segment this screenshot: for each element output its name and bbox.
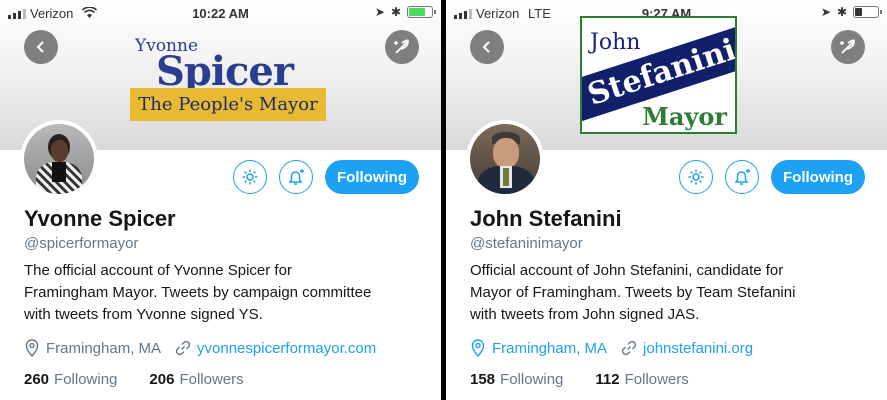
following-button[interactable]: Following xyxy=(325,160,419,194)
profile-name: Yvonne Spicer xyxy=(24,206,176,231)
avatar[interactable] xyxy=(466,120,544,198)
following-count-link[interactable]: 158 Following xyxy=(470,371,563,388)
compose-feather-icon xyxy=(840,39,855,54)
following-count: 158 xyxy=(470,371,496,388)
profile-location: Framingham, MA xyxy=(46,339,162,357)
settings-button[interactable] xyxy=(233,160,268,194)
compose-button[interactable] xyxy=(831,30,865,64)
profile-bio: The official account of Yvonne Spicer fo… xyxy=(24,260,424,326)
bluetooth-icon: ✱ xyxy=(390,5,401,19)
notifications-button[interactable] xyxy=(279,160,314,194)
followers-count-link[interactable]: 206 Followers xyxy=(149,371,243,388)
bell-plus-icon xyxy=(734,169,751,185)
location-arrow-icon: ➤ xyxy=(374,5,385,19)
following-count-link[interactable]: 260 Following xyxy=(24,371,117,388)
logo-tagline: The People's Mayor xyxy=(130,88,326,121)
followers-count-link[interactable]: 112 Followers xyxy=(595,371,688,388)
logo-tagline: Mayor xyxy=(642,102,727,131)
bio-line: with tweets from Yvonne signed YS. xyxy=(24,306,263,323)
campaign-logo: John Stefanini Mayor xyxy=(580,16,737,134)
following-button[interactable]: Following xyxy=(771,160,865,194)
profile-handle: @stefaninimayor xyxy=(470,235,583,252)
gear-icon xyxy=(242,169,258,185)
back-button[interactable] xyxy=(470,30,504,64)
compose-feather-icon xyxy=(394,39,409,54)
bio-line: Official account of John Stefanini, cand… xyxy=(470,262,784,279)
location-arrow-icon: ➤ xyxy=(820,5,831,19)
battery-icon xyxy=(407,6,436,18)
avatar[interactable] xyxy=(20,120,98,198)
profile-bio: Official account of John Stefanini, cand… xyxy=(470,260,870,326)
back-button[interactable] xyxy=(24,30,58,64)
bio-line: The official account of Yvonne Spicer fo… xyxy=(24,262,292,279)
profile-panel-spicer: Verizon 10:22 AM ➤ ✱ Yvonne Spicer The P… xyxy=(0,0,441,400)
bio-line: Mayor of Framingham. Tweets by Team Stef… xyxy=(470,284,796,301)
profile-name: John Stefanini xyxy=(470,206,622,231)
profile-panel-stefanini: Verizon LTE 9:27 AM ➤ ✱ John Stefanini M… xyxy=(446,0,887,400)
following-label: Following xyxy=(500,371,564,388)
profile-website-link[interactable]: johnstefanini.org xyxy=(643,340,753,357)
followers-count: 206 xyxy=(149,371,175,388)
location-pin-icon xyxy=(25,339,39,357)
back-arrow-icon xyxy=(36,41,44,53)
gear-icon xyxy=(688,169,704,185)
profile-handle: @spicerformayor xyxy=(24,235,139,252)
back-arrow-icon xyxy=(482,41,490,53)
followers-label: Followers xyxy=(179,371,244,388)
bio-line: Framingham Mayor. Tweets by campaign com… xyxy=(24,284,372,301)
profile-location[interactable]: Framingham, MA xyxy=(492,340,607,357)
campaign-logo: Yvonne Spicer The People's Mayor xyxy=(128,36,328,124)
notifications-button[interactable] xyxy=(725,160,760,194)
bio-line: with tweets from John signed JAS. xyxy=(470,306,700,323)
logo-first-name: John xyxy=(590,30,641,55)
followers-label: Followers xyxy=(624,371,689,388)
following-label: Following xyxy=(54,371,118,388)
link-icon xyxy=(175,340,191,356)
link-icon xyxy=(621,340,637,356)
compose-button[interactable] xyxy=(385,30,419,64)
profile-website-link[interactable]: yvonnespicerformayor.com xyxy=(197,340,376,357)
battery-icon xyxy=(853,6,882,18)
location-pin-icon xyxy=(471,339,485,357)
bell-plus-icon xyxy=(288,169,305,185)
following-count: 260 xyxy=(24,371,50,388)
settings-button[interactable] xyxy=(679,160,714,194)
status-bar: Verizon 10:22 AM ➤ ✱ xyxy=(0,0,441,26)
followers-count: 112 xyxy=(595,371,620,388)
bluetooth-icon: ✱ xyxy=(836,5,847,19)
